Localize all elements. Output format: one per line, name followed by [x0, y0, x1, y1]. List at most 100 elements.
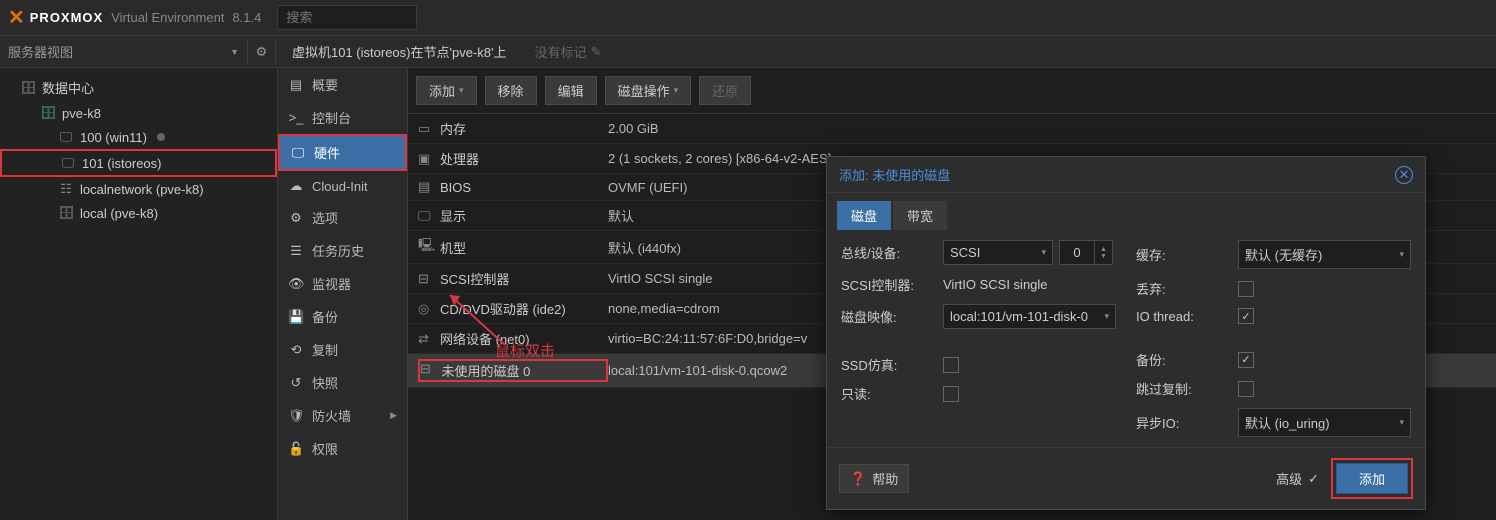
pencil-icon: ✎: [590, 44, 601, 60]
field-disk-image: 磁盘映像: local:101/vm-101-disk-0▾: [841, 304, 1116, 329]
subnav-replication[interactable]: ⟲复制: [278, 333, 407, 366]
chevron-right-icon: ▶: [390, 410, 397, 421]
dialog-close-button[interactable]: ✕: [1395, 166, 1413, 184]
product-name: Virtual Environment: [111, 10, 224, 25]
hw-icon: ⊟: [418, 271, 440, 287]
disk-image-select[interactable]: local:101/vm-101-disk-0▾: [943, 304, 1116, 329]
disk-action-button[interactable]: 磁盘操作▾: [605, 76, 692, 105]
scsi-controller-value: VirtIO SCSI single: [943, 277, 1048, 292]
hw-label: 显示: [440, 206, 608, 225]
version: 8.1.4: [232, 10, 261, 25]
field-async-io: 异步IO: 默认 (io_uring)▾: [1136, 408, 1411, 437]
subnav-snapshot[interactable]: ↺快照: [278, 366, 407, 399]
hw-value: OVMF (UEFI): [608, 180, 687, 195]
device-number[interactable]: 0▲▼: [1059, 240, 1113, 265]
hw-label: BIOS: [440, 180, 608, 195]
async-io-select[interactable]: 默认 (io_uring)▾: [1238, 408, 1411, 437]
history-icon: ↺: [288, 375, 304, 391]
desktop-icon: 🖵: [58, 129, 74, 145]
field-bus: 总线/设备: SCSI▾ 0▲▼: [841, 240, 1116, 265]
node-icon: 🗄: [40, 105, 56, 121]
advanced-checkbox[interactable]: ✓: [1308, 471, 1319, 487]
brand-name: PROXMOX: [30, 10, 103, 25]
hw-label: SCSI控制器: [440, 269, 608, 288]
skip-replication-checkbox[interactable]: [1238, 381, 1254, 397]
gear-icon: ⚙: [256, 44, 268, 60]
help-icon: ❓: [850, 471, 866, 487]
iothread-checkbox[interactable]: ✓: [1238, 308, 1254, 324]
subnav-monitor[interactable]: 👁监视器: [278, 267, 407, 300]
view-selector[interactable]: 服务器视图 ▼: [0, 38, 248, 65]
hw-icon: ◎: [418, 301, 440, 317]
hw-value: VirtIO SCSI single: [608, 271, 713, 286]
hw-value: 默认 (i440fx): [608, 238, 681, 257]
advanced-toggle[interactable]: 高级✓: [1276, 469, 1319, 488]
no-tags[interactable]: 没有标记 ✎: [534, 42, 601, 61]
subnav-summary[interactable]: ▤概要: [278, 68, 407, 101]
cloud-icon: ☁: [288, 178, 304, 194]
remove-button[interactable]: 移除: [485, 76, 537, 105]
help-button[interactable]: ❓帮助: [839, 464, 909, 493]
field-scsi-controller: SCSI控制器: VirtIO SCSI single: [841, 275, 1116, 294]
subnav-permissions[interactable]: 🔓权限: [278, 432, 407, 465]
chevron-down-icon: ▾: [1399, 249, 1404, 260]
add-button[interactable]: 添加▾: [416, 76, 477, 105]
subnav-cloudinit[interactable]: ☁Cloud-Init: [278, 171, 407, 201]
tree-vm-101[interactable]: 🖵 101 (istoreos): [0, 149, 277, 177]
hw-icon: 🖳: [418, 236, 440, 258]
hw-value: 2.00 GiB: [608, 121, 659, 136]
bus-select[interactable]: SCSI▾: [943, 240, 1053, 265]
discard-checkbox[interactable]: [1238, 281, 1254, 297]
subnav-backup[interactable]: 💾备份: [278, 300, 407, 333]
chevron-down-icon: ▼: [230, 47, 239, 57]
subnav: ▤概要 >_控制台 🖵硬件 ☁Cloud-Init ⚙选项 ☰任务历史 👁监视器…: [278, 68, 408, 520]
hw-icon: ▭: [418, 121, 440, 137]
hw-icon: ▣: [418, 151, 440, 167]
doc-icon: ▤: [288, 77, 304, 93]
hardware-toolbar: 添加▾ 移除 编辑 磁盘操作▾ 还原: [408, 68, 1496, 114]
subnav-firewall[interactable]: 🛡防火墙▶: [278, 399, 407, 432]
tree-node[interactable]: 🗄 pve-k8: [0, 101, 277, 125]
hw-icon: 🖵: [418, 208, 440, 224]
tree-datacenter[interactable]: 🗄 数据中心: [0, 74, 277, 101]
tab-bandwidth[interactable]: 带宽: [893, 201, 947, 230]
field-cache: 缓存: 默认 (无缓存)▾: [1136, 240, 1411, 269]
settings-button[interactable]: ⚙: [248, 38, 276, 66]
cache-select[interactable]: 默认 (无缓存)▾: [1238, 240, 1411, 269]
subnav-tasks[interactable]: ☰任务历史: [278, 234, 407, 267]
dialog-title: 添加: 未使用的磁盘: [839, 165, 950, 184]
hardware-row[interactable]: ▭内存2.00 GiB: [408, 114, 1496, 144]
readonly-checkbox[interactable]: [943, 386, 959, 402]
edit-button[interactable]: 编辑: [545, 76, 597, 105]
field-iothread: IO thread: ✓: [1136, 308, 1411, 324]
status-dot: [157, 133, 165, 141]
backup-checkbox[interactable]: ✓: [1238, 352, 1254, 368]
search-input[interactable]: [277, 5, 417, 30]
tree-storage[interactable]: 🗄 local (pve-k8): [0, 201, 277, 225]
tab-disk[interactable]: 磁盘: [837, 201, 891, 230]
hw-value: virtio=BC:24:11:57:6F:D0,bridge=v: [608, 331, 807, 346]
logo: ✕ PROXMOX: [8, 5, 103, 30]
field-readonly: 只读:: [841, 384, 1116, 403]
chevron-down-icon: ▾: [1104, 311, 1109, 322]
field-backup: 备份: ✓: [1136, 350, 1411, 369]
hw-icon: ⇄: [418, 331, 440, 347]
close-icon: ✕: [1399, 167, 1410, 183]
submit-button[interactable]: 添加: [1336, 463, 1408, 494]
hw-icon: ⊟: [420, 361, 442, 380]
tree-network[interactable]: ☷ localnetwork (pve-k8): [0, 177, 277, 201]
ssd-checkbox[interactable]: [943, 357, 959, 373]
field-skip-replication: 跳过复制:: [1136, 379, 1411, 398]
tree-vm-100[interactable]: 🖵 100 (win11): [0, 125, 277, 149]
subnav-hardware[interactable]: 🖵硬件: [278, 134, 407, 171]
shield-icon: 🛡: [288, 408, 304, 424]
subnav-console[interactable]: >_控制台: [278, 101, 407, 134]
list-icon: ☰: [288, 243, 304, 259]
spinner-arrows[interactable]: ▲▼: [1095, 240, 1113, 265]
add-unused-disk-dialog: 添加: 未使用的磁盘 ✕ 磁盘 带宽 总线/设备: SCSI▾ 0▲▼ SCSI…: [826, 156, 1426, 510]
subnav-options[interactable]: ⚙选项: [278, 201, 407, 234]
restore-button[interactable]: 还原: [699, 76, 751, 105]
hw-label: 未使用的磁盘 0: [442, 361, 606, 380]
field-ssd: SSD仿真:: [841, 355, 1116, 374]
hw-value: 默认: [608, 206, 634, 225]
